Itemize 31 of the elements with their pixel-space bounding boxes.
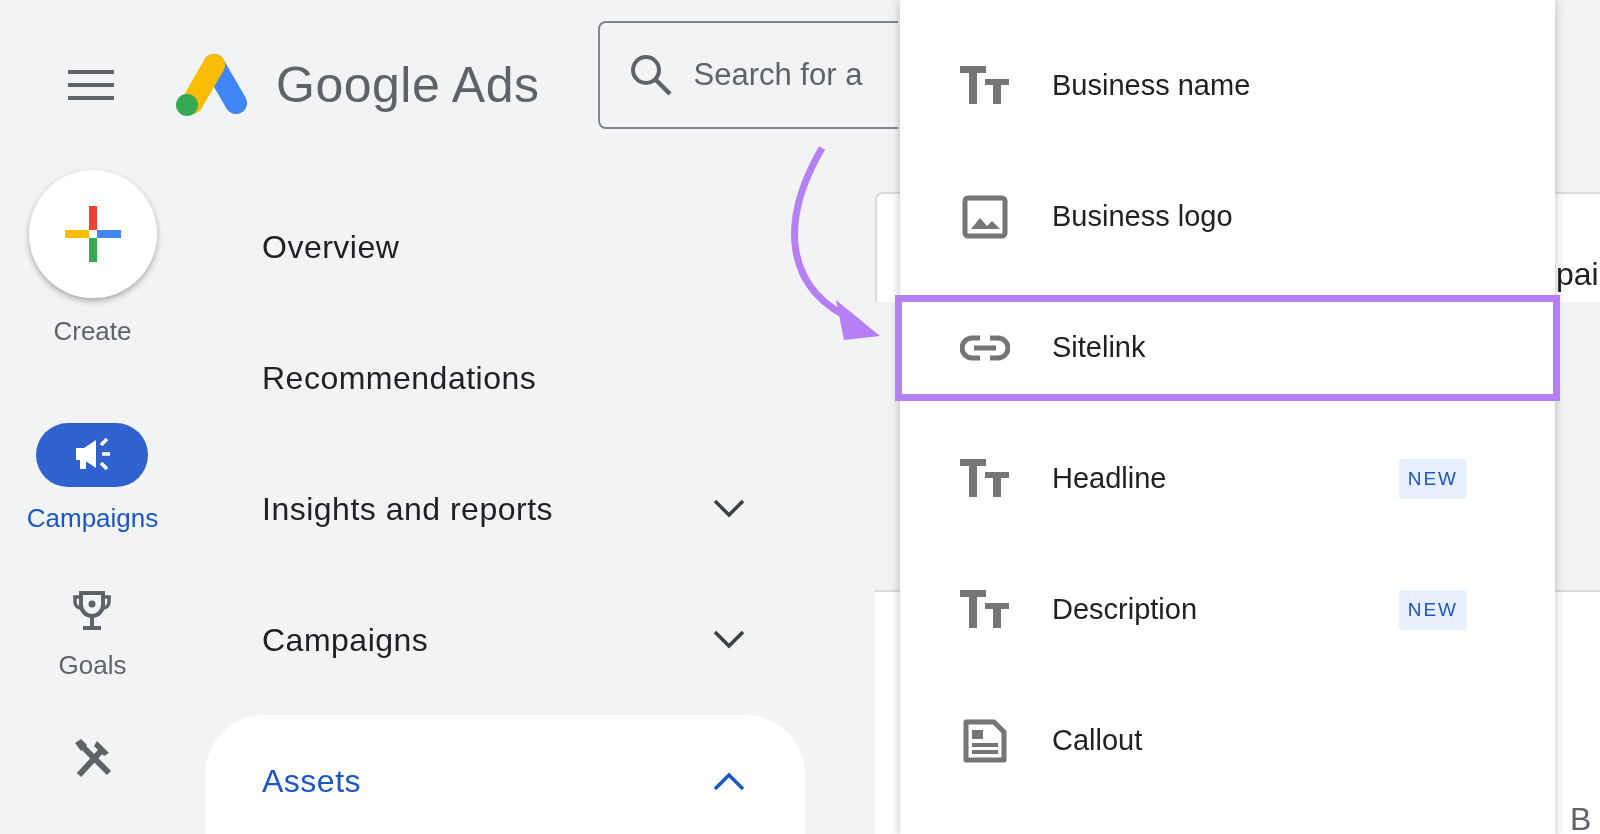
nav-item[interactable]: Insights and reports [205,443,805,574]
rail-label: Goals [58,649,127,682]
tools-icon[interactable] [72,737,113,779]
chevron-down-icon [713,498,745,519]
create-label: Create [53,315,132,348]
search-input[interactable]: Search for a [693,23,898,127]
logo-icon [176,53,248,117]
nav-item[interactable]: Assets [205,715,805,834]
partial-text: pai [1556,255,1599,294]
rail-label: Campaigns [26,502,159,535]
search-field[interactable]: Search for a [597,21,898,129]
chevron-up-icon [713,770,745,791]
nav-item[interactable]: Campaigns [205,574,805,705]
menu-item[interactable]: Description NEW [900,562,1555,658]
trophy-icon[interactable] [72,590,113,632]
nav-item[interactable]: Recommendations [205,312,805,443]
menu-item[interactable]: Business logo [900,169,1555,265]
menu-item[interactable]: Business name [900,38,1555,134]
menu-item[interactable]: Callout [900,693,1555,789]
chevron-down-icon [713,629,745,650]
plus-icon [64,206,121,262]
image-icon [960,195,1010,239]
search-icon [629,54,672,96]
menu-item[interactable]: Headline NEW [900,431,1555,527]
new-tag: NEW [1398,589,1467,631]
new-tag: NEW [1398,458,1467,500]
nav-item[interactable]: Overview [205,181,805,312]
menu-icon[interactable] [68,68,114,102]
menu-item[interactable]: Sitelink [900,300,1555,396]
product-name: Google Ads [276,55,540,115]
partial-text: B [1570,800,1592,834]
